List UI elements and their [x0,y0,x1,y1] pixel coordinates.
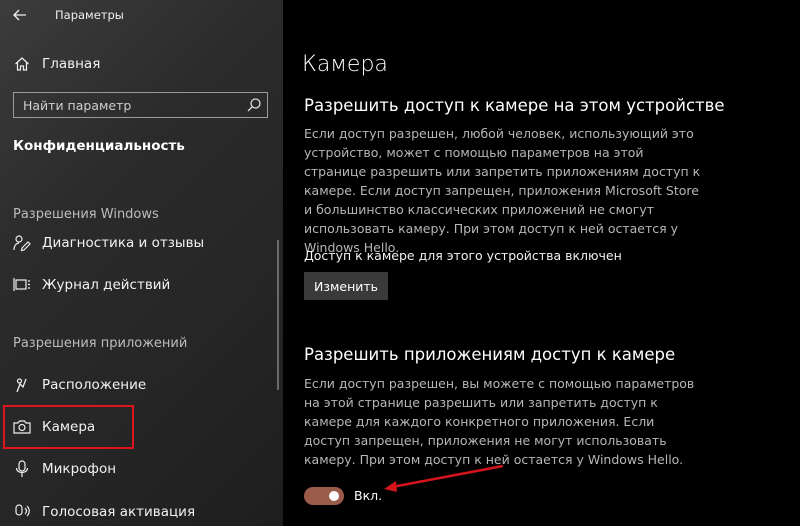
sidebar-item-activity-history[interactable]: Журнал действий [0,268,283,302]
app-access-toggle[interactable] [304,487,344,505]
microphone-icon [13,460,31,478]
sidebar-item-label: Главная [42,56,101,72]
device-access-description: Если доступ разрешен, любой человек, исп… [304,126,701,255]
back-button[interactable] [8,4,32,26]
main-content: Камера Разрешить доступ к камере на этом… [283,0,800,526]
activity-history-icon [13,276,31,294]
sidebar-item-label: Журнал действий [42,277,171,293]
sidebar-item-label: Голосовая активация [42,504,196,520]
device-access-status: Доступ к камере для этого устройства вкл… [304,248,622,263]
sidebar-item-label: Микрофон [42,461,117,477]
group-heading-windows: Разрешения Windows [13,207,159,222]
voice-activation-icon [13,503,31,521]
location-icon [13,376,31,394]
toggle-knob [329,491,339,501]
camera-highlight-box [3,405,134,449]
app-access-heading: Разрешить приложениям доступ к камере [304,345,676,364]
sidebar-item-microphone[interactable]: Микрофон [0,452,283,486]
app-title: Параметры [55,8,124,22]
change-button[interactable]: Изменить [304,272,388,300]
search-input[interactable] [14,97,234,113]
sidebar-item-location[interactable]: Расположение [0,368,283,402]
sidebar: Параметры Главная Конфиденциальность Раз… [0,0,283,526]
search-icon[interactable] [246,97,262,113]
category-title: Конфиденциальность [13,138,185,154]
device-access-heading: Разрешить доступ к камере на этом устрой… [304,96,725,115]
sidebar-item-label: Диагностика и отзывы [42,235,205,251]
sidebar-item-label: Расположение [42,377,147,393]
group-heading-apps: Разрешения приложений [13,336,188,351]
back-arrow-icon [13,9,26,21]
title-bar: Параметры [0,0,283,32]
sidebar-item-feedback[interactable]: Диагностика и отзывы [0,226,283,260]
home-icon [13,55,31,73]
search-box[interactable] [13,92,268,118]
app-access-description: Если доступ разрешен, вы можете с помощь… [304,376,695,467]
page-title: Камера [302,52,388,77]
feedback-icon [13,234,31,252]
sidebar-item-voice-activation[interactable]: Голосовая активация [0,495,283,526]
sidebar-item-home[interactable]: Главная [0,47,283,81]
toggle-label: Вкл. [354,488,383,503]
